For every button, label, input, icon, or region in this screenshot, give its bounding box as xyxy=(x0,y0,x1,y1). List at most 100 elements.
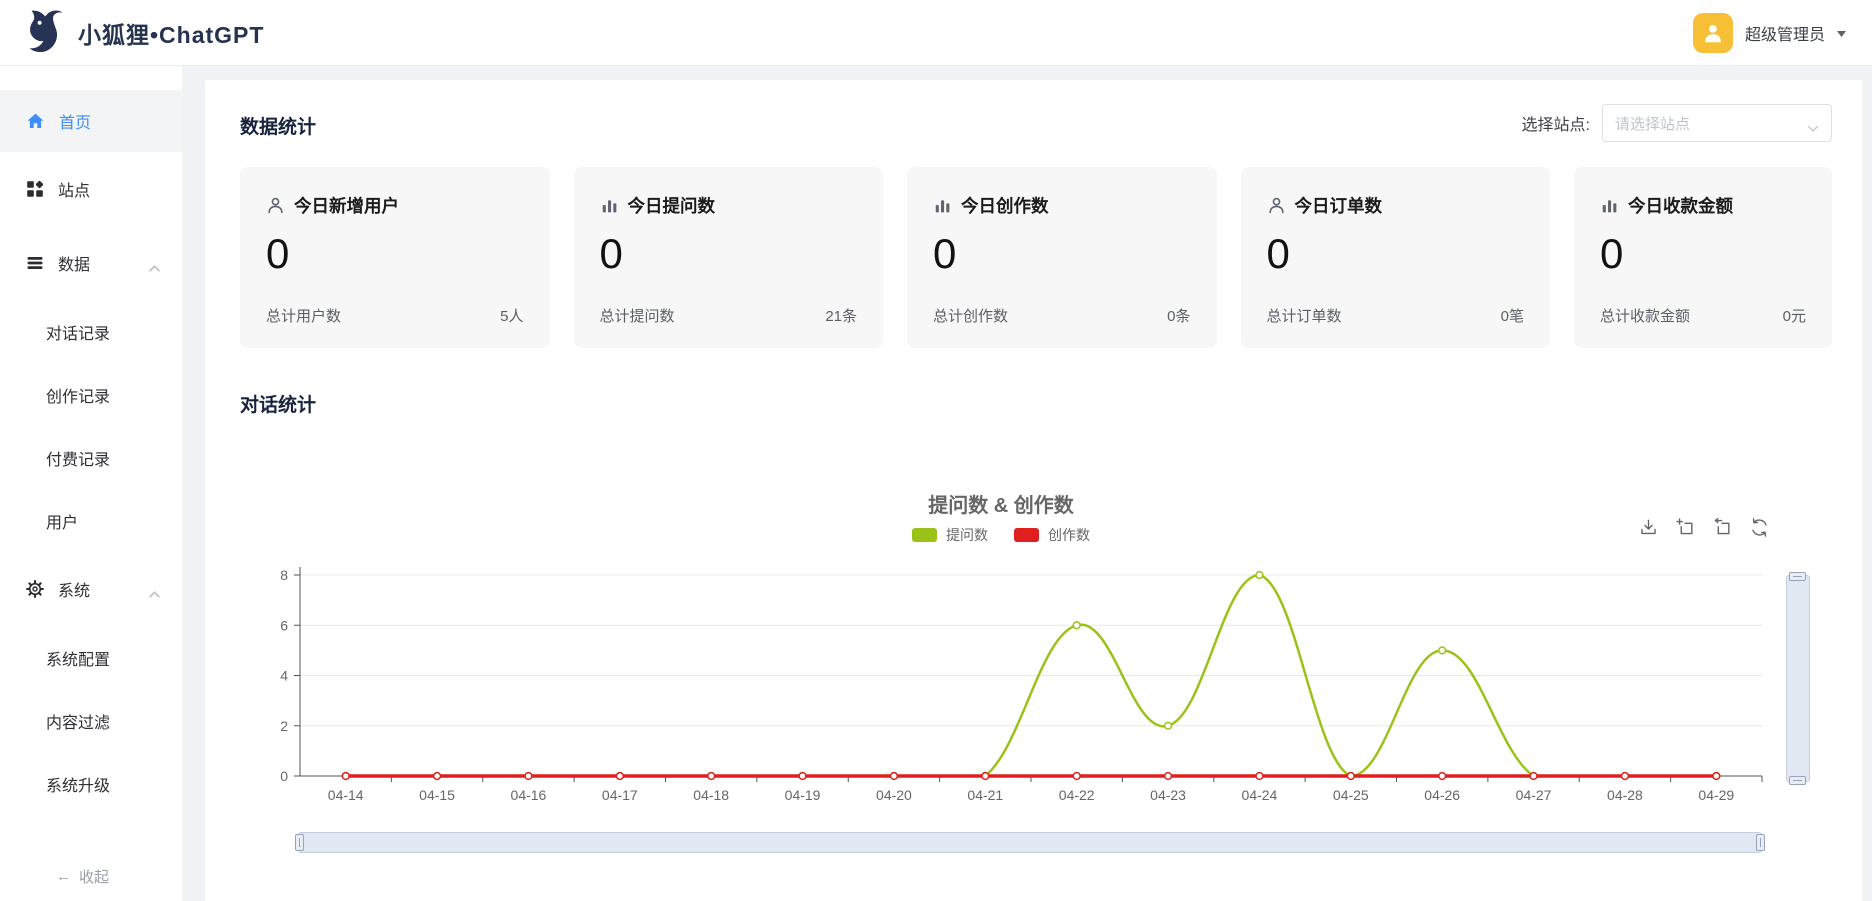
svg-text:04-22: 04-22 xyxy=(1059,787,1095,803)
zoom-select-icon[interactable] xyxy=(1675,517,1695,537)
sidebar-subitem[interactable]: 付费记录 xyxy=(0,426,182,489)
download-icon[interactable] xyxy=(1638,517,1658,537)
svg-text:04-26: 04-26 xyxy=(1424,787,1460,803)
sidebar-item-label: 数据 xyxy=(58,251,90,275)
legend-swatch xyxy=(912,528,937,542)
stat-card: 今日提问数 0 总计提问数 21条 xyxy=(574,167,884,348)
stat-card-footer-value: 0笔 xyxy=(1501,305,1524,326)
chevron-up-icon xyxy=(149,585,160,603)
stat-card-footer-label: 总计订单数 xyxy=(1267,305,1342,326)
list-icon xyxy=(26,254,44,272)
sidebar-subitem[interactable]: 内容过滤 xyxy=(0,689,182,752)
sidebar-item-label: 首页 xyxy=(59,109,91,133)
user-icon xyxy=(1267,196,1286,215)
svg-text:04-20: 04-20 xyxy=(876,787,912,803)
sidebar-subitem[interactable]: 用户 xyxy=(0,489,182,552)
datazoom-handle[interactable] xyxy=(1756,834,1765,851)
sidebar-collapse-button[interactable]: ← 收起 xyxy=(0,857,182,895)
stat-card-footer-value: 0元 xyxy=(1783,305,1806,326)
datazoom-handle[interactable] xyxy=(1789,572,1806,581)
sidebar-item-sites[interactable]: 站点 xyxy=(0,152,182,226)
stat-card-value: 0 xyxy=(1600,230,1806,278)
sidebar-item-label: 站点 xyxy=(58,177,90,201)
sidebar-item-label: 系统 xyxy=(58,577,90,601)
chevron-up-icon xyxy=(149,259,160,277)
stat-card-footer-label: 总计用户数 xyxy=(266,305,341,326)
fox-logo-icon xyxy=(26,8,66,57)
datazoom-handle[interactable] xyxy=(295,834,304,851)
stat-card: 今日创作数0总计创作数0条 xyxy=(907,167,1217,348)
svg-text:6: 6 xyxy=(280,617,288,633)
home-icon xyxy=(26,112,45,130)
horizontal-datazoom-slider[interactable] xyxy=(298,832,1762,853)
stat-card: 今日订单数 0 总计订单数 0笔 xyxy=(1241,167,1551,348)
sidebar: 首页站点数据对话记录创作记录付费记录用户系统系统配置内容过滤系统升级 ← 收起 xyxy=(0,66,182,901)
site-select-placeholder: 请选择站点 xyxy=(1615,113,1690,134)
sidebar-item-data[interactable]: 数据 xyxy=(0,226,182,300)
stat-card-title: 今日新增用户 xyxy=(294,193,399,218)
legend-label: 创作数 xyxy=(1048,525,1090,545)
sidebar-subitem[interactable]: 系统配置 xyxy=(0,626,182,689)
bar-chart-icon xyxy=(600,196,619,215)
legend-swatch xyxy=(1014,528,1039,542)
svg-text:04-19: 04-19 xyxy=(785,787,821,803)
sidebar-item-system[interactable]: 系统 xyxy=(0,552,182,626)
bar-chart-icon xyxy=(933,196,952,215)
stat-card-footer-label: 总计提问数 xyxy=(600,305,675,326)
site-select-label: 选择站点: xyxy=(1522,111,1590,135)
svg-text:0: 0 xyxy=(280,768,288,784)
sidebar-subitem[interactable]: 对话记录 xyxy=(0,300,182,363)
svg-text:04-23: 04-23 xyxy=(1150,787,1186,803)
app-header: 小狐狸•ChatGPT 超级管理员 xyxy=(0,0,1872,66)
stat-card-value: 0 xyxy=(266,230,524,278)
line-chart: 提问数 & 创作数 提问数创作数 0246804-1404-1504-1604-… xyxy=(240,475,1832,875)
datazoom-handle[interactable] xyxy=(1789,776,1806,785)
zoom-reset-icon[interactable] xyxy=(1712,517,1732,537)
site-select-row: 选择站点: 请选择站点 xyxy=(1522,104,1832,142)
main-panel: 选择站点: 请选择站点 数据统计 今日新增用户0总计用户数5人今日提问数0总计提… xyxy=(205,80,1862,901)
legend-item[interactable]: 提问数 xyxy=(912,525,988,545)
avatar[interactable] xyxy=(1693,13,1733,53)
chat-section-title: 对话统计 xyxy=(240,392,1832,419)
collapse-label: 收起 xyxy=(79,866,109,887)
brand: 小狐狸•ChatGPT xyxy=(26,8,264,57)
stat-card: 今日收款金额0总计收款金额0元 xyxy=(1574,167,1832,348)
restore-icon[interactable] xyxy=(1749,517,1769,537)
grid-icon xyxy=(26,180,44,198)
svg-text:04-17: 04-17 xyxy=(602,787,638,803)
svg-text:04-14: 04-14 xyxy=(328,787,364,803)
stat-card-title: 今日订单数 xyxy=(1295,193,1383,218)
stat-card-value: 0 xyxy=(1267,230,1525,278)
chart-toolbox xyxy=(1638,517,1769,537)
vertical-datazoom-slider[interactable] xyxy=(1786,575,1810,782)
user-menu[interactable]: 超级管理员 xyxy=(1693,13,1846,53)
stat-card-footer-label: 总计创作数 xyxy=(933,305,1008,326)
svg-text:04-27: 04-27 xyxy=(1516,787,1552,803)
stat-card-title: 今日提问数 xyxy=(628,193,716,218)
stat-card-footer-value: 5人 xyxy=(500,305,523,326)
svg-text:04-21: 04-21 xyxy=(967,787,1003,803)
sidebar-subitem[interactable]: 系统升级 xyxy=(0,752,182,815)
svg-text:2: 2 xyxy=(280,718,288,734)
arrow-left-icon: ← xyxy=(56,868,71,885)
stat-card-footer-value: 21条 xyxy=(825,305,857,326)
legend-label: 提问数 xyxy=(946,525,988,545)
chevron-down-icon xyxy=(1807,120,1819,138)
svg-text:04-16: 04-16 xyxy=(511,787,547,803)
stat-card-value: 0 xyxy=(600,230,858,278)
stat-card-footer-label: 总计收款金额 xyxy=(1600,305,1690,326)
legend-item[interactable]: 创作数 xyxy=(1014,525,1090,545)
svg-text:04-18: 04-18 xyxy=(693,787,729,803)
svg-text:04-28: 04-28 xyxy=(1607,787,1643,803)
svg-text:4: 4 xyxy=(280,668,288,684)
svg-text:8: 8 xyxy=(280,567,288,583)
sidebar-subitem[interactable]: 创作记录 xyxy=(0,363,182,426)
chart-plot-area: 0246804-1404-1504-1604-1704-1804-1904-20… xyxy=(240,560,1832,805)
brand-title: 小狐狸•ChatGPT xyxy=(78,16,264,50)
stat-card-footer-value: 0条 xyxy=(1167,305,1190,326)
bar-chart-icon xyxy=(1600,196,1619,215)
sidebar-item-home[interactable]: 首页 xyxy=(0,90,182,152)
gear-icon xyxy=(26,580,44,598)
site-select[interactable]: 请选择站点 xyxy=(1602,104,1832,142)
user-name: 超级管理员 xyxy=(1745,21,1825,45)
